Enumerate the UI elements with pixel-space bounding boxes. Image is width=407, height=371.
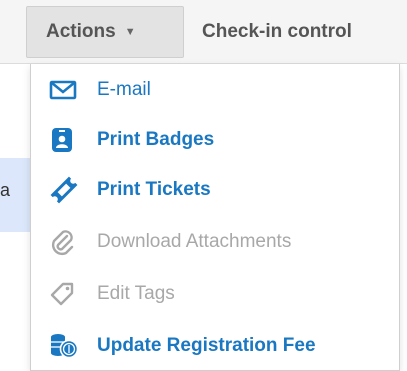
ticket-icon [49,174,81,206]
menu-item-label: Print Tickets [97,179,211,200]
actions-menu: E-mail Print Badges Print Tickets Downlo… [30,64,400,371]
toolbar: Actions ▼ Check-in control [0,0,407,64]
checkin-control-button[interactable]: Check-in control [202,6,407,58]
menu-item-label: Edit Tags [97,283,175,304]
actions-label: Actions [46,21,116,42]
menu-item-download-attachments: Download Attachments [49,224,394,260]
menu-item-print-tickets[interactable]: Print Tickets [49,172,394,208]
menu-item-edit-tags: Edit Tags [49,276,394,312]
chevron-down-icon: ▼ [124,26,136,38]
envelope-icon [49,74,81,106]
menu-item-label: E-mail [97,79,151,100]
badge-icon [49,124,81,156]
background-row-text: a [0,180,11,200]
menu-item-email[interactable]: E-mail [49,72,394,108]
menu-item-print-badges[interactable]: Print Badges [49,122,394,158]
menu-item-update-registration-fee[interactable]: Update Registration Fee [49,328,394,364]
actions-dropdown-button[interactable]: Actions ▼ [26,6,184,58]
menu-item-label: Download Attachments [97,231,292,252]
coins-icon [49,330,81,362]
menu-item-label: Update Registration Fee [97,335,316,356]
tag-icon [49,278,81,310]
checkin-label: Check-in control [202,21,352,42]
menu-item-label: Print Badges [97,129,215,150]
paperclip-icon [49,226,81,258]
